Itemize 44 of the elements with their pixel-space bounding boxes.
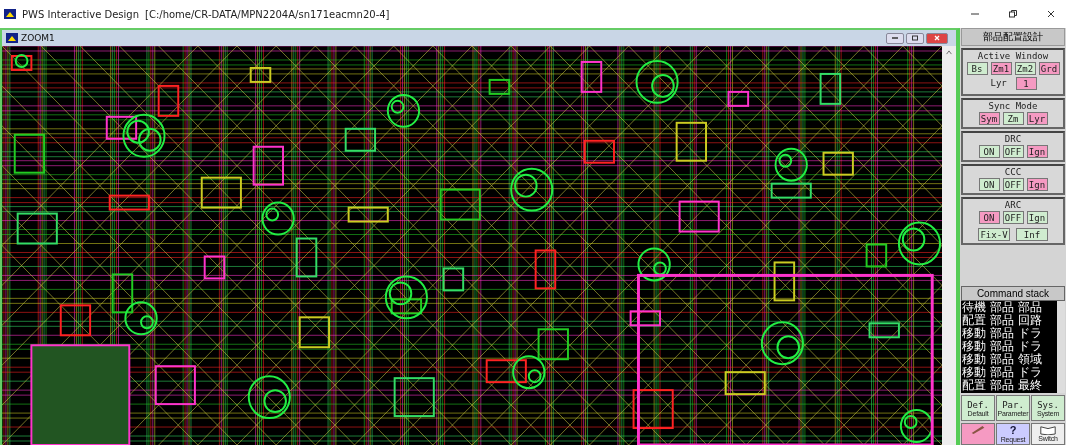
group-title: ARC: [1004, 200, 1022, 210]
toggle-button[interactable]: OFF: [1002, 145, 1024, 158]
group-title: CCC: [1004, 167, 1022, 177]
close-icon: [932, 35, 942, 41]
window-title: PWS Interactive Design: [22, 8, 140, 20]
book-icon: [1039, 424, 1057, 435]
restore-icon[interactable]: [1008, 9, 1018, 19]
toggle-button[interactable]: Lyr: [1026, 112, 1048, 125]
option-button[interactable]: Inf: [1016, 228, 1048, 241]
panel-title: 部品配置設計: [961, 28, 1065, 46]
maximize-button[interactable]: [906, 32, 924, 44]
toggle-button[interactable]: Zm: [1002, 112, 1024, 125]
close-icon[interactable]: [1046, 9, 1056, 19]
option-button[interactable]: Fix-V: [978, 228, 1010, 241]
toggle-button[interactable]: ON: [978, 178, 1000, 191]
layer-value[interactable]: 1: [1015, 77, 1037, 90]
app-logo-icon: [4, 9, 16, 19]
command-stack-header: Command stack: [961, 286, 1065, 301]
toggle-button[interactable]: Ign: [1026, 145, 1048, 158]
app-logo-icon: [6, 33, 18, 43]
toggle-button[interactable]: ON: [978, 211, 1000, 224]
layer-label: Lyr: [989, 77, 1008, 90]
toggle-button[interactable]: ON: [978, 145, 1000, 158]
group-title: Active Window: [977, 51, 1049, 61]
command-list: 待機 部品 部品 配置 部品 回路 移動 部品 ドラ 移動 部品 ドラ 移動 部品 領域 移動 部品 ドラ 配置 部品 最終: [961, 301, 1057, 393]
toggle-button[interactable]: Ign: [1026, 211, 1048, 224]
group-title: DRC: [1004, 134, 1022, 144]
toggle-button[interactable]: OFF: [1002, 211, 1024, 224]
zoom-window-title: ZOOM1: [21, 33, 55, 43]
toggle-button[interactable]: OFF: [1002, 178, 1024, 191]
pen-tool-button[interactable]: [961, 423, 995, 445]
group-title: Sync Mode: [988, 101, 1038, 111]
toggle-button[interactable]: Zm1: [990, 62, 1012, 75]
minimize-icon: [890, 35, 900, 41]
scroll-up-icon[interactable]: [945, 49, 953, 56]
minimize-button[interactable]: [886, 32, 904, 44]
toggle-button[interactable]: Bs: [966, 62, 988, 75]
file-path: [C:/home/CR-DATA/MPN2204A/sn171eacmn20-4]: [145, 8, 390, 20]
toggle-button[interactable]: Sym: [978, 112, 1000, 125]
maximize-icon: [910, 35, 920, 41]
close-button[interactable]: [926, 32, 948, 44]
toggle-button[interactable]: Grd: [1038, 62, 1060, 75]
toggle-button[interactable]: Zm2: [1014, 62, 1036, 75]
toggle-button[interactable]: Ign: [1026, 178, 1048, 191]
